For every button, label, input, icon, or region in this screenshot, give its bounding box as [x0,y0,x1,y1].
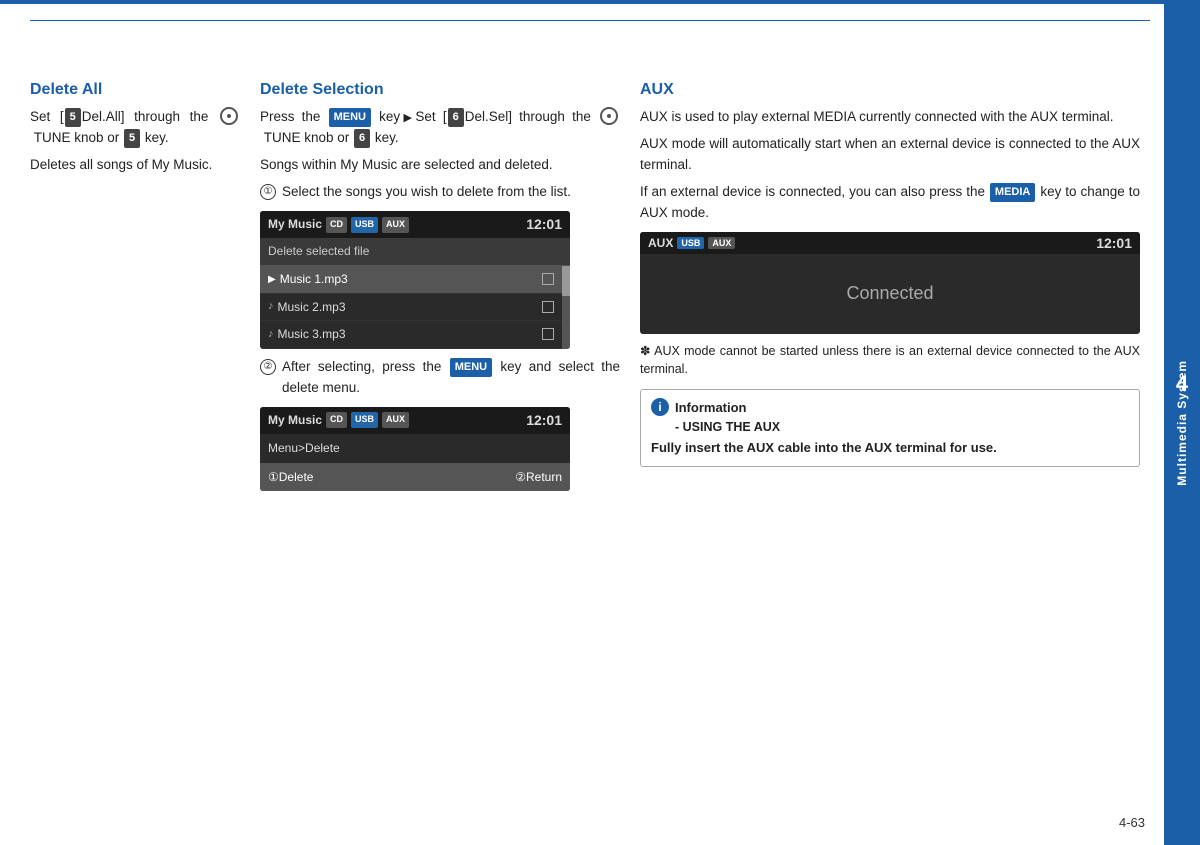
screen1-row2: ♪ Music 2.mp3 [260,294,562,322]
chapter-label: Multimedia System [1175,360,1189,486]
aux-screen-body: Connected [640,254,1140,334]
screen2-return-btn: ②Return [515,468,562,487]
screen1-header-left: My Music CD USB AUX [268,215,409,234]
screen1-row3: ♪ Music 3.mp3 [260,321,562,349]
screen1-rows: ▶ Music 1.mp3 ♪ Music 2.mp3 [260,266,562,349]
aux-para3: If an external device is connected, you … [640,182,1140,224]
aux-para1: AUX is used to play external MEDIA curre… [640,107,1140,128]
menu-badge: MENU [329,108,371,127]
aux-body: AUX is used to play external MEDIA curre… [640,107,1140,224]
page-content: Delete All Set [5Del.All] through the TU… [30,20,1150,815]
screen2-delete-btn: ①Delete [268,468,313,487]
info-icon: i [651,398,669,416]
screen2-title: My Music [268,411,322,430]
step2-number: ② [260,359,276,375]
aux-screen-header: AUX USB AUX 12:01 [640,232,1140,254]
info-icon-letter: i [658,400,661,414]
screen2-header: My Music CD USB AUX 12:01 [260,407,570,435]
screen1-list: ▶ Music 1.mp3 ♪ Music 2.mp3 [260,266,570,349]
screen1-time: 12:01 [526,214,562,236]
screen1-row2-left: ♪ Music 2.mp3 [268,298,346,317]
delete-all-para1: Set [5Del.All] through the TUNE knob or … [30,107,240,149]
screen2-actions: ①Delete ②Return [260,463,570,492]
row1-checkbox [542,273,554,285]
screen2-header-left: My Music CD USB AUX [268,411,409,430]
delete-selection-heading: Delete Selection [260,81,620,99]
screen2-badge-aux: AUX [382,412,409,428]
screen2-mockup: My Music CD USB AUX 12:01 Menu>Delete ①D… [260,407,570,492]
screen2-menu-label: Menu>Delete [268,439,340,458]
delete-all-para2: Deletes all songs of My Music. [30,155,240,176]
step1-number: ① [260,184,276,200]
delete-all-section: Delete All Set [5Del.All] through the TU… [30,81,260,499]
delete-all-body: Set [5Del.All] through the TUNE knob or … [30,107,240,176]
row3-icon: ♪ [268,326,274,343]
screen1-scroll-thumb [562,266,570,296]
aux-screen-title: AUX [648,236,673,250]
media-badge: MEDIA [990,183,1035,202]
screen1-delete-header: Delete selected file [260,238,570,266]
aux-para2: AUX mode will automatically start when a… [640,134,1140,176]
aux-note: ✽ AUX mode cannot be started unless ther… [640,342,1140,380]
step1: ① Select the songs you wish to delete fr… [260,182,620,203]
aux-connected-label: Connected [846,283,933,304]
info-box-header: i Information [651,398,1129,416]
screen2-menu-delete: Menu>Delete [260,434,570,463]
info-body: Fully insert the AUX cable into the AUX … [651,438,1129,458]
delete-selection-para2: Songs within My Music are selected and d… [260,155,620,176]
screen1-title: My Music [268,215,322,234]
aux-screen-badge-aux: AUX [708,237,735,249]
aux-screen-header-left: AUX USB AUX [648,236,735,250]
columns-layout: Delete All Set [5Del.All] through the TU… [30,21,1150,499]
delete-selection-body: Press the MENU key▶Set [6Del.Sel] throug… [260,107,620,491]
info-box: i Information - USING THE AUX Fully inse… [640,389,1140,467]
screen1-row3-left: ♪ Music 3.mp3 [268,325,346,344]
aux-section: AUX AUX is used to play external MEDIA c… [640,81,1150,499]
info-title: Information [675,400,747,415]
row1-arrow: ▶ [268,272,276,288]
screen1-mockup: My Music CD USB AUX 12:01 Delete selecte… [260,211,570,349]
row3-checkbox [542,328,554,340]
row1-label: Music 1.mp3 [280,270,348,289]
row3-label: Music 3.mp3 [278,325,346,344]
step2: ② After selecting, press the MENU key an… [260,357,620,399]
screen2-badge-usb: USB [351,412,378,428]
delete-selection-para1: Press the MENU key▶Set [6Del.Sel] throug… [260,107,620,149]
aux-heading: AUX [640,81,1140,99]
aux-screen-badge-usb: USB [677,237,704,249]
step2-text: After selecting, press the MENU key and … [282,357,620,399]
screen1-body: Delete selected file ▶ Music 1.mp3 [260,238,570,348]
delete-all-heading: Delete All [30,81,240,99]
screen1-row1-left: ▶ Music 1.mp3 [268,270,348,289]
screen1-badge-usb: USB [351,217,378,233]
screen1-badge-aux: AUX [382,217,409,233]
row2-label: Music 2.mp3 [278,298,346,317]
delete-selection-section: Delete Selection Press the MENU key▶Set … [260,81,640,499]
screen2-body: Menu>Delete ①Delete ②Return [260,434,570,491]
screen1-scrollbar [562,266,570,349]
aux-screen-time: 12:01 [1096,235,1132,251]
tune-knob-icon2 [600,107,618,125]
badge-6-delsel: 6 [448,108,464,127]
page-number: 4-63 [1119,815,1145,830]
badge-6-key: 6 [354,129,370,148]
screen1-row1: ▶ Music 1.mp3 [260,266,562,294]
badge-5-key: 5 [124,129,140,148]
row2-checkbox [542,301,554,313]
tune-knob-icon [220,107,238,125]
screen1-header: My Music CD USB AUX 12:01 [260,211,570,239]
step2-menu-badge: MENU [450,358,492,377]
aux-screen-mockup: AUX USB AUX 12:01 Connected [640,232,1140,334]
info-sub: - USING THE AUX [675,420,1129,434]
row2-icon: ♪ [268,298,274,315]
badge-5-delall: 5 [65,108,81,127]
screen2-time: 12:01 [526,410,562,432]
top-decorative-line [0,0,1200,4]
screen2-badge-cd: CD [326,412,347,428]
step1-text: Select the songs you wish to delete from… [282,182,571,203]
screen1-badge-cd: CD [326,217,347,233]
chapter-tab: 4 Multimedia System [1164,0,1200,845]
